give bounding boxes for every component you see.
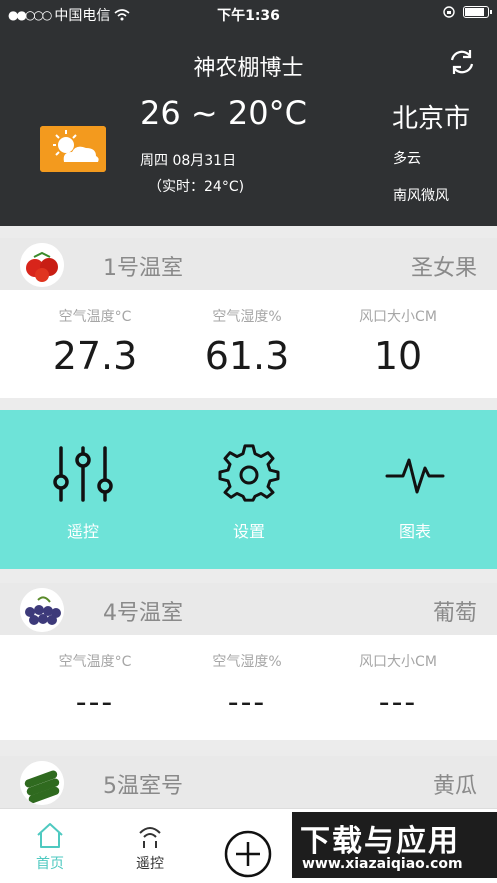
pulse-icon [385,458,445,494]
greenhouse-name: 4号温室 [103,601,183,626]
metric-value: --- [378,685,418,720]
chart-button[interactable]: 图表 [355,444,475,542]
clock: 下午1:36 [217,8,280,24]
air-temperature-metric: 空气温度°C 27.3 [15,306,175,378]
temperature-range: 26 ~ 20°C [140,94,307,132]
realtime-temperature: （实时：24°C) [148,179,245,195]
wind-info: 南风微风 [393,188,449,204]
metric-label: 空气湿度% [212,309,282,325]
action-label: 设置 [232,522,265,541]
watermark-title: 下载与应用 [300,824,460,859]
metric-label: 空气温度°C [58,309,132,325]
metric-value: 27.3 [52,334,138,378]
watermark-url: www.xiazaiqiao.com [302,856,463,872]
weather-condition: 多云 [393,151,421,167]
greenhouse-name: 1号温室 [103,256,183,281]
crop-name: 圣女果 [410,256,477,281]
battery-icon [463,6,492,18]
vent-size-metric: 风口大小CM 10 [318,306,478,378]
crop-name: 黄瓜 [432,774,477,799]
metric-value: --- [227,685,267,720]
greenhouse-metrics: 空气温度°C --- 空气湿度% --- 风口大小CM --- [0,635,497,740]
action-label: 遥控 [66,522,99,541]
cucumber-icon [20,761,64,805]
grape-icon [20,588,64,632]
app-title: 神农棚博士 [193,56,304,81]
tab-label: 首页 [36,856,64,872]
orientation-lock-icon [443,6,455,18]
air-temperature-metric: 空气温度°C --- [15,651,175,720]
greenhouse-header[interactable]: 1号温室 圣女果 [0,238,497,290]
city-name[interactable]: 北京市 [392,98,470,135]
greenhouse-metrics: 空气温度°C 27.3 空气湿度% 61.3 风口大小CM 10 [0,290,497,398]
tomato-icon [20,243,64,287]
tab-home[interactable]: 首页 [15,821,85,873]
air-humidity-metric: 空气湿度% --- [167,651,327,720]
metric-label: 风口大小CM [359,309,437,325]
action-panel: 遥控 设置 图表 [0,410,497,569]
sliders-icon [53,446,113,502]
settings-button[interactable]: 设置 [189,444,309,542]
refresh-icon[interactable] [447,47,477,77]
greenhouse-name: 5温室号 [103,774,183,799]
home-icon [37,823,63,848]
date-label: 周四 08月31日 [140,153,237,169]
air-humidity-metric: 空气湿度% 61.3 [167,306,327,378]
metric-value: 10 [373,334,423,378]
header: ●●○○○ 中国电信 下午1:36 神农棚博士 26 ~ 20°C 周四 08月… [0,0,497,226]
gear-icon [218,444,280,502]
metric-label: 空气湿度% [212,654,282,670]
partly-cloudy-icon [40,126,106,172]
watermark-logo: 下载与应用 www.xiazaiqiao.com [292,812,497,878]
status-bar: ●●○○○ 中国电信 下午1:36 [0,0,497,28]
vent-size-metric: 风口大小CM --- [318,651,478,720]
tab-remote[interactable]: 遥控 [115,821,185,873]
add-button[interactable] [223,829,273,879]
remote-signal-icon [139,827,161,848]
action-label: 图表 [398,522,431,541]
metric-label: 空气温度°C [58,654,132,670]
crop-name: 葡萄 [432,601,477,626]
greenhouse-header[interactable]: 4号温室 葡萄 [0,583,497,635]
remote-control-button[interactable]: 遥控 [23,444,143,542]
tab-label: 遥控 [136,856,164,872]
metric-value: --- [75,685,115,720]
metric-label: 风口大小CM [359,654,437,670]
greenhouse-header[interactable]: 5温室号 黄瓜 [0,756,497,808]
metric-value: 61.3 [204,334,290,378]
